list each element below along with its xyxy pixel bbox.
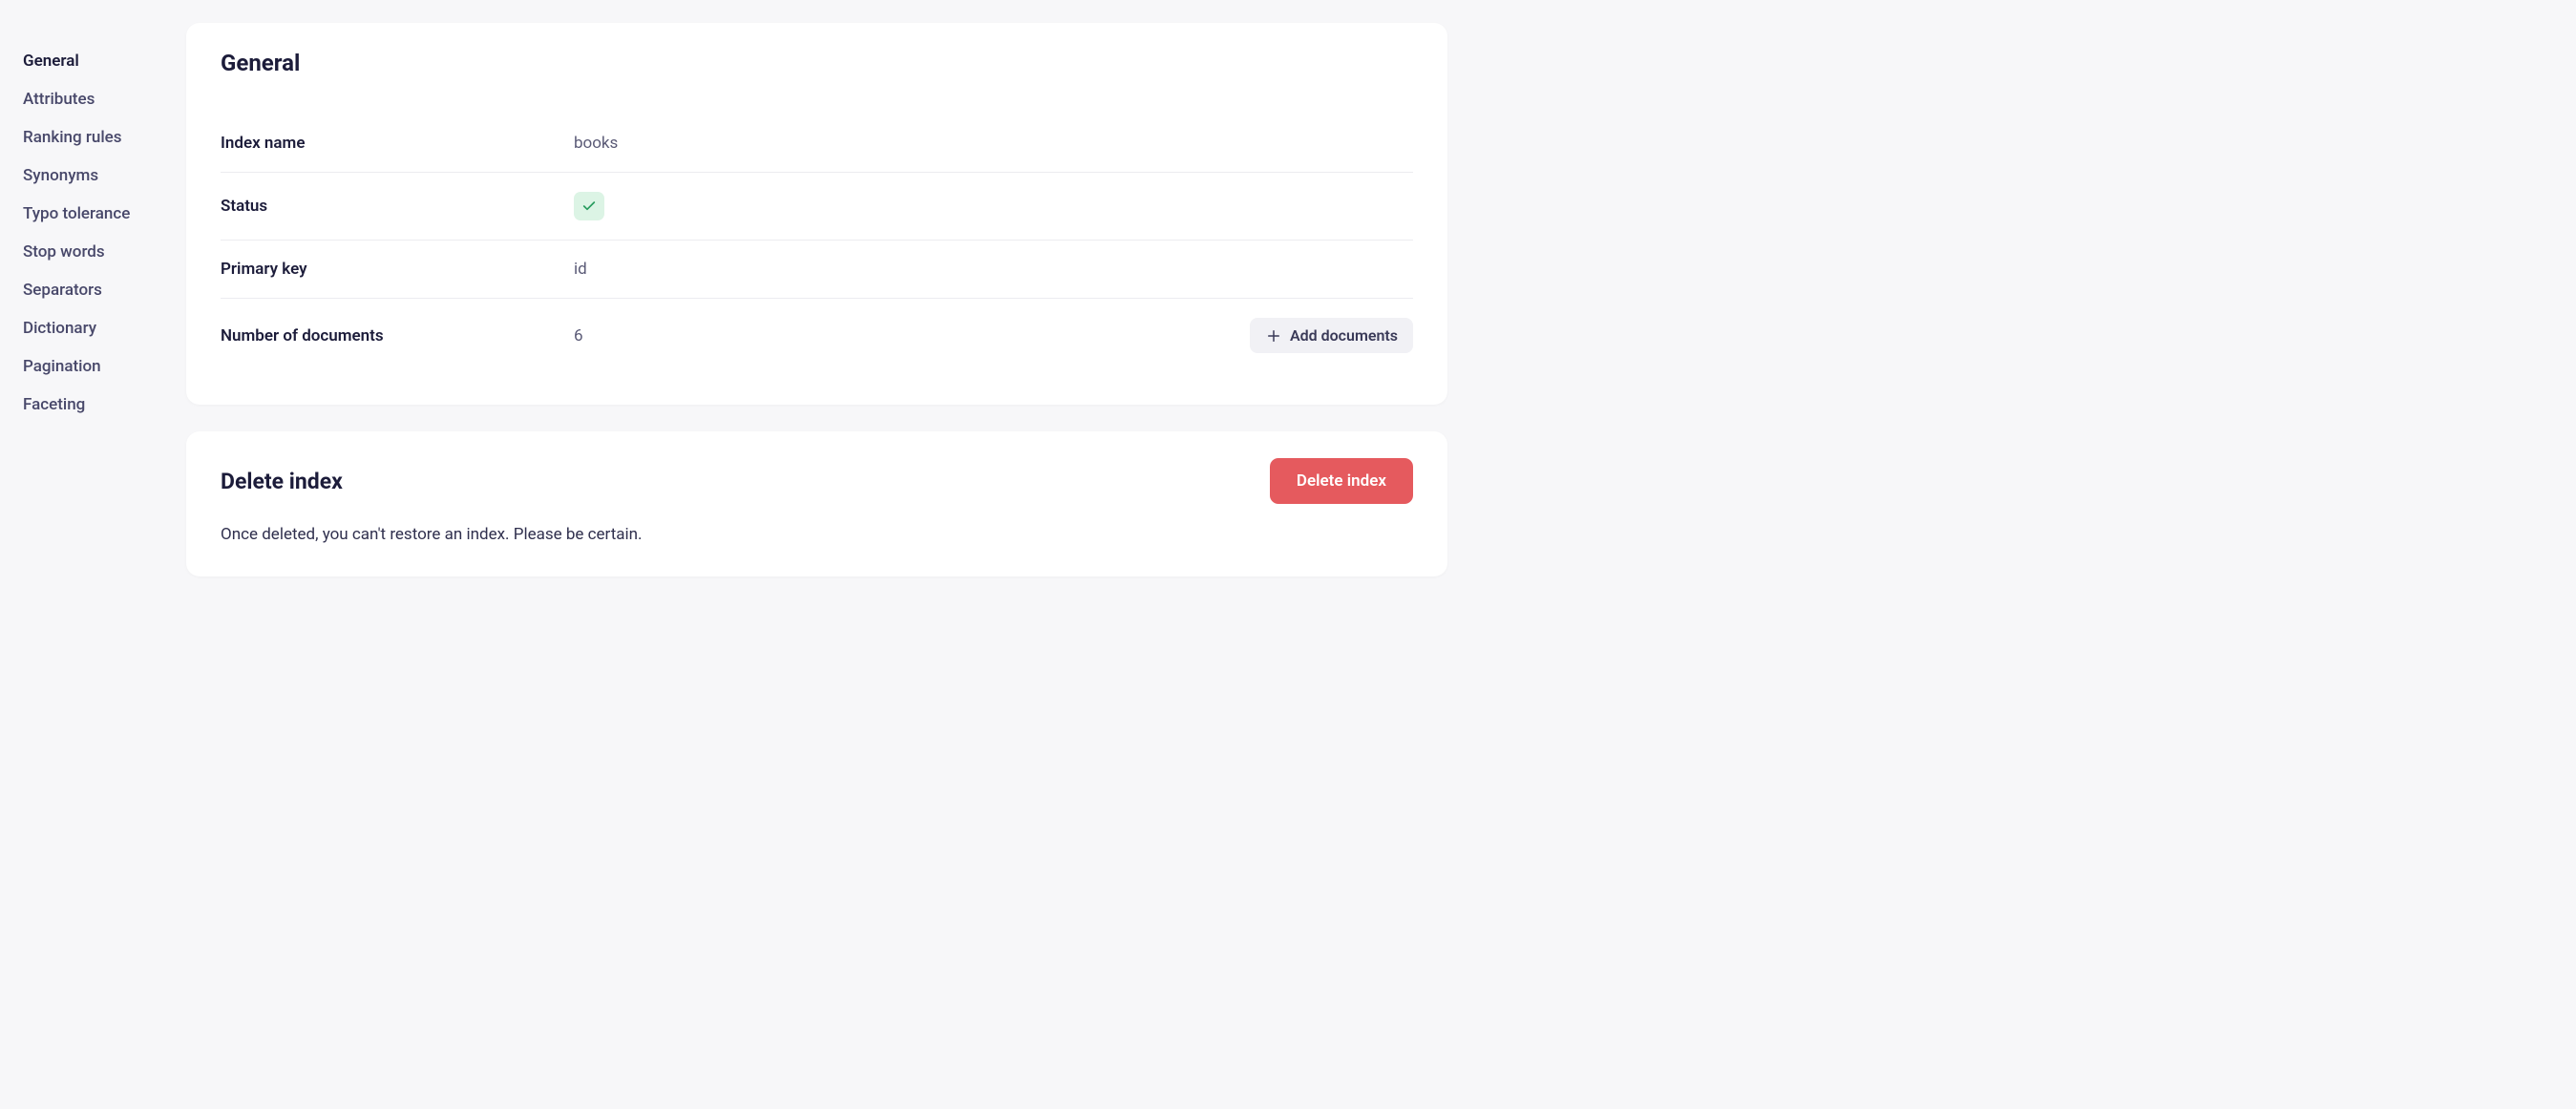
sidebar-item-general[interactable]: General [23, 42, 186, 80]
index-name-value: books [574, 134, 1413, 153]
delete-index-button[interactable]: Delete index [1270, 458, 1413, 504]
num-documents-value: 6 [574, 326, 1250, 345]
sidebar-item-separators[interactable]: Separators [23, 271, 186, 309]
settings-sidebar: General Attributes Ranking rules Synonym… [0, 0, 186, 626]
status-ok-badge [574, 192, 604, 220]
delete-index-title: Delete index [221, 469, 343, 494]
row-index-name: Index name books [221, 115, 1413, 173]
general-card: General Index name books Status Primary … [186, 23, 1447, 405]
sidebar-item-dictionary[interactable]: Dictionary [23, 309, 186, 347]
sidebar-item-typo-tolerance[interactable]: Typo tolerance [23, 195, 186, 233]
row-primary-key: Primary key id [221, 241, 1413, 299]
add-documents-button[interactable]: Add documents [1250, 318, 1413, 353]
num-documents-label: Number of documents [221, 326, 574, 345]
delete-index-warning: Once deleted, you can't restore an index… [221, 525, 1413, 544]
plus-icon [1265, 327, 1282, 345]
primary-key-label: Primary key [221, 260, 574, 279]
status-value [574, 192, 1413, 220]
add-documents-label: Add documents [1290, 326, 1398, 345]
main-content: General Index name books Status Primary … [186, 0, 1470, 626]
sidebar-item-synonyms[interactable]: Synonyms [23, 157, 186, 195]
row-num-documents: Number of documents 6 Add documents [221, 299, 1413, 372]
index-name-label: Index name [221, 134, 574, 153]
row-status: Status [221, 173, 1413, 241]
status-label: Status [221, 197, 574, 216]
check-icon [581, 199, 597, 214]
sidebar-item-pagination[interactable]: Pagination [23, 347, 186, 386]
sidebar-item-ranking-rules[interactable]: Ranking rules [23, 118, 186, 157]
primary-key-value: id [574, 260, 1413, 279]
delete-index-card: Delete index Delete index Once deleted, … [186, 431, 1447, 576]
sidebar-item-attributes[interactable]: Attributes [23, 80, 186, 118]
sidebar-item-faceting[interactable]: Faceting [23, 386, 186, 424]
general-title: General [221, 50, 1413, 76]
sidebar-item-stop-words[interactable]: Stop words [23, 233, 186, 271]
